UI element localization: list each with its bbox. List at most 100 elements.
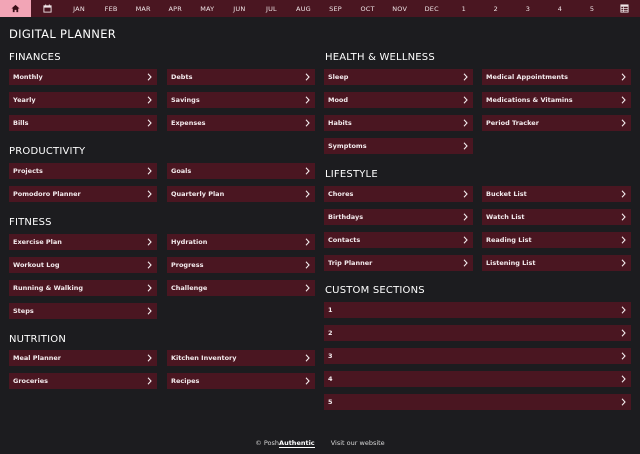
link-symptoms[interactable]: Symptoms [324,138,473,154]
link-label: 4 [328,375,333,383]
link-label: Recipes [171,377,200,385]
link-bills[interactable]: Bills [9,115,157,131]
link-label: Birthdays [328,213,364,221]
link-custom-section-1[interactable]: 1 [324,302,631,318]
chevron-right-icon [620,119,626,127]
link-debts[interactable]: Debts [167,69,315,85]
footer-website-link[interactable]: Visit our website [331,439,385,447]
link-label: Period Tracker [486,119,539,127]
link-exercise-plan[interactable]: Exercise Plan [9,234,157,250]
link-bucket-list[interactable]: Bucket List [482,186,631,202]
nav-month-mar[interactable]: MAR [127,0,159,17]
nav-number-5[interactable]: 5 [576,0,608,17]
link-contacts[interactable]: Contacts [324,232,473,248]
link-medical-appointments[interactable]: Medical Appointments [482,69,631,85]
nav-calendar-button[interactable] [31,0,63,17]
page-title: DIGITAL PLANNER [9,27,117,41]
nav-home-button[interactable] [0,0,31,17]
link-custom-section-5[interactable]: 5 [324,394,631,410]
link-hydration[interactable]: Hydration [167,234,315,250]
link-habits[interactable]: Habits [324,115,473,131]
link-label: Hydration [171,238,208,246]
link-label: Pomodoro Planner [13,190,81,198]
link-medications-vitamins[interactable]: Medications & Vitamins [482,92,631,108]
link-label: 3 [328,352,333,360]
link-period-tracker[interactable]: Period Tracker [482,115,631,131]
chevron-right-icon [462,190,468,198]
grid-table-icon [620,4,629,13]
footer-copyright: © Posh [255,439,280,447]
link-label: Running & Walking [13,284,83,292]
nav-month-apr[interactable]: APR [159,0,191,17]
nav-grid-button[interactable] [608,0,640,17]
link-label: 1 [328,306,333,314]
chevron-right-icon [620,73,626,81]
link-progress[interactable]: Progress [167,257,315,273]
chevron-right-icon [462,259,468,267]
link-label: Mood [328,96,349,104]
chevron-right-icon [146,307,152,315]
nav-month-oct[interactable]: OCT [352,0,384,17]
link-label: Debts [171,73,193,81]
chevron-right-icon [304,73,310,81]
nav-month-sep[interactable]: SEP [320,0,352,17]
link-steps[interactable]: Steps [9,303,157,319]
link-custom-section-4[interactable]: 4 [324,371,631,387]
nav-month-jan[interactable]: JAN [63,0,95,17]
nav-number-2[interactable]: 2 [480,0,512,17]
link-label: Groceries [13,377,48,385]
link-custom-section-3[interactable]: 3 [324,348,631,364]
link-quarterly-plan[interactable]: Quarterly Plan [167,186,315,202]
link-mood[interactable]: Mood [324,92,473,108]
link-meal-planner[interactable]: Meal Planner [9,350,157,366]
link-groceries[interactable]: Groceries [9,373,157,389]
link-sleep[interactable]: Sleep [324,69,473,85]
link-reading-list[interactable]: Reading List [482,232,631,248]
nav-number-3[interactable]: 3 [512,0,544,17]
link-label: Progress [171,261,204,269]
nav-month-jun[interactable]: JUN [223,0,255,17]
nav-month-feb[interactable]: FEB [95,0,127,17]
link-recipes[interactable]: Recipes [167,373,315,389]
nav-number-4[interactable]: 4 [544,0,576,17]
chevron-right-icon [620,398,626,406]
link-savings[interactable]: Savings [167,92,315,108]
link-label: Bucket List [486,190,527,198]
link-yearly[interactable]: Yearly [9,92,157,108]
chevron-right-icon [620,375,626,383]
link-challenge[interactable]: Challenge [167,280,315,296]
link-pomodoro-planner[interactable]: Pomodoro Planner [9,186,157,202]
link-watch-list[interactable]: Watch List [482,209,631,225]
link-custom-section-2[interactable]: 2 [324,325,631,341]
top-navigation-bar: JAN FEB MAR APR MAY JUN JUL AUG SEP OCT … [0,0,640,17]
home-icon [11,4,20,13]
link-label: Medical Appointments [486,73,569,81]
nav-month-jul[interactable]: JUL [255,0,287,17]
link-birthdays[interactable]: Birthdays [324,209,473,225]
link-monthly[interactable]: Monthly [9,69,157,85]
chevron-right-icon [304,284,310,292]
nav-month-dec[interactable]: DEC [416,0,448,17]
link-label: Sleep [328,73,349,81]
link-expenses[interactable]: Expenses [167,115,315,131]
nav-month-aug[interactable]: AUG [287,0,319,17]
link-projects[interactable]: Projects [9,163,157,179]
link-label: Contacts [328,236,361,244]
link-running-walking[interactable]: Running & Walking [9,280,157,296]
link-chores[interactable]: Chores [324,186,473,202]
link-label: 5 [328,398,333,406]
link-kitchen-inventory[interactable]: Kitchen Inventory [167,350,315,366]
link-workout-log[interactable]: Workout Log [9,257,157,273]
link-goals[interactable]: Goals [167,163,315,179]
link-trip-planner[interactable]: Trip Planner [324,255,473,271]
link-label: Challenge [171,284,208,292]
chevron-right-icon [146,354,152,362]
link-listening-list[interactable]: Listening List [482,255,631,271]
nav-number-1[interactable]: 1 [448,0,480,17]
chevron-right-icon [146,284,152,292]
section-title-productivity: PRODUCTIVITY [9,146,86,157]
nav-month-may[interactable]: MAY [191,0,223,17]
chevron-right-icon [146,73,152,81]
section-title-health-wellness: HEALTH & WELLNESS [325,52,435,63]
nav-month-nov[interactable]: NOV [384,0,416,17]
